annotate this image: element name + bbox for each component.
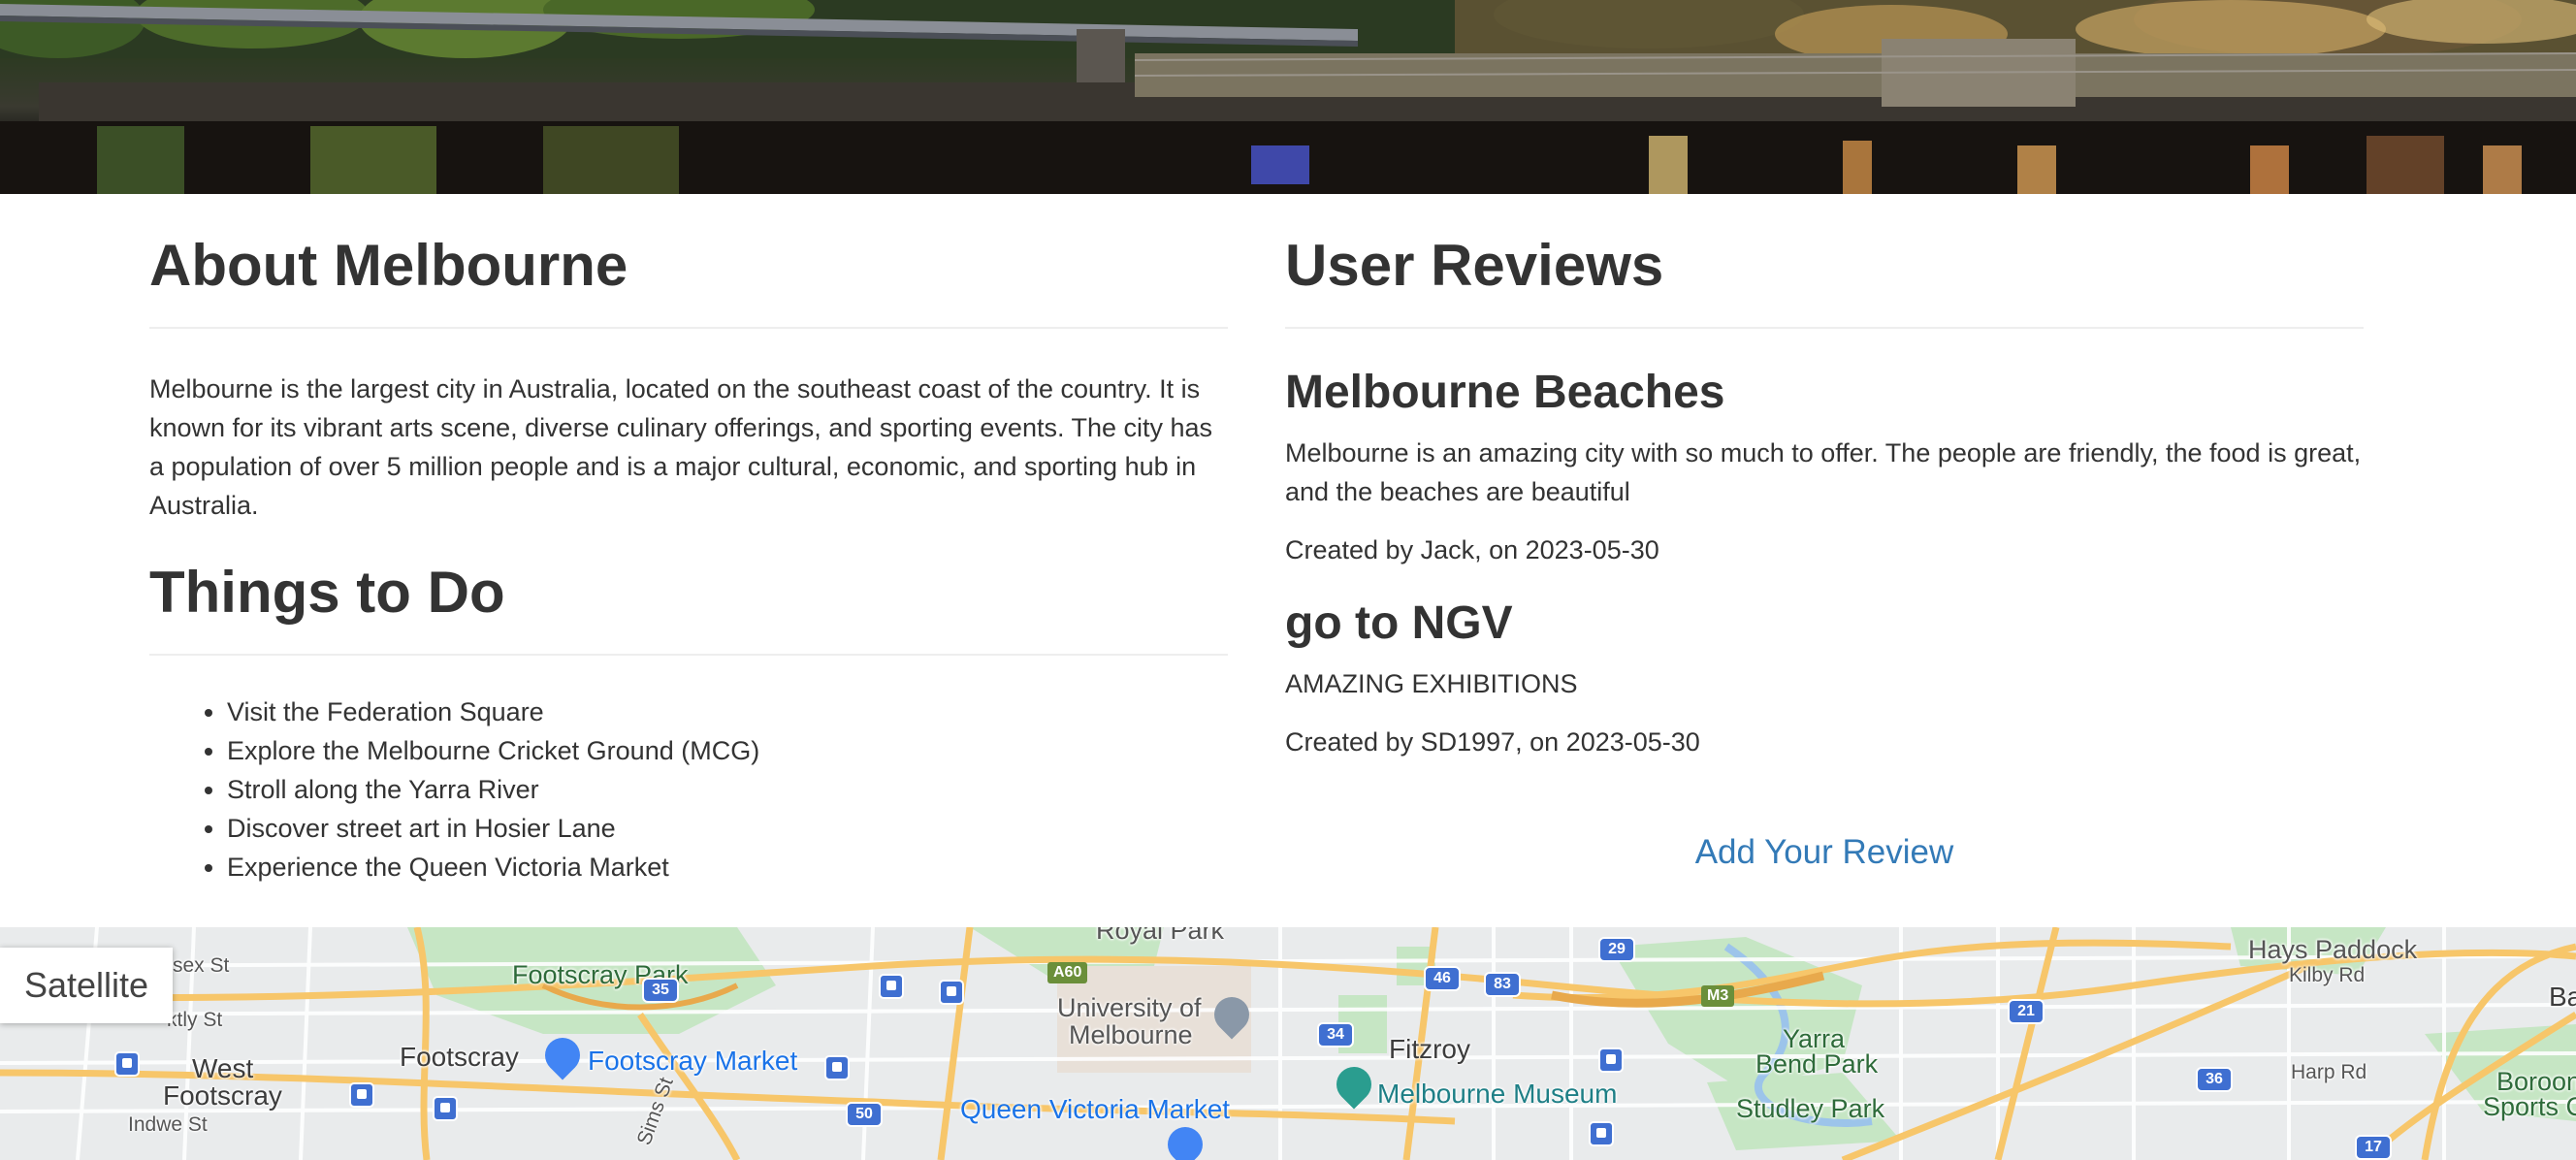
- review-meta: Created by SD1997, on 2023-05-30: [1285, 727, 1700, 757]
- hero-banner-image: [0, 0, 2576, 194]
- map-tram-stop-icon: [879, 974, 904, 999]
- map-route-badge: 50: [846, 1102, 883, 1127]
- review-card: go to NGV AMAZING EXHIBITIONS Created by…: [1285, 600, 2364, 761]
- about-divider: [149, 327, 1228, 329]
- map-route-badge: 35: [642, 978, 679, 1003]
- map-label-university: University of: [1057, 993, 1202, 1022]
- map-tram-stop-icon: [824, 1055, 850, 1080]
- map-label-melbourne-museum: Melbourne Museum: [1377, 1079, 1618, 1109]
- map-label-fitzroy: Fitzroy: [1389, 1034, 1470, 1064]
- map-tram-stop-icon: [433, 1096, 458, 1121]
- map-tram-stop-icon: [939, 980, 964, 1005]
- map-label-hays-paddock: Hays Paddock: [2248, 935, 2418, 964]
- map-label-yarra-bend-line2: Bend Park: [1755, 1049, 1879, 1079]
- map-label-ktly-st: ktly St: [167, 1009, 223, 1031]
- reviews-heading: User Reviews: [1285, 233, 1664, 298]
- map-label-harp-rd: Harp Rd: [2291, 1061, 2367, 1083]
- map-tram-stop-icon: [1598, 1047, 1624, 1073]
- map-label-footscray: Footscray: [400, 1042, 519, 1072]
- map-route-badge: 29: [1598, 937, 1635, 962]
- review-meta: Created by Jack, on 2023-05-30: [1285, 535, 1659, 564]
- map-route-badge: 34: [1317, 1022, 1354, 1047]
- review-title: go to NGV: [1285, 597, 1513, 649]
- map-highway-badge-a60: A60: [1047, 962, 1088, 983]
- map-route-badge: 21: [2008, 999, 2045, 1024]
- about-text: Melbourne is the largest city in Austral…: [149, 374, 1213, 520]
- map-route-badge: 17: [2355, 1135, 2392, 1160]
- map-label-footscray-market: Footscray Market: [588, 1046, 798, 1076]
- map-label-royal-park: Royal Park: [1096, 927, 1225, 945]
- list-item: Explore the Melbourne Cricket Ground (MC…: [227, 731, 1228, 770]
- map-label-west-footscray-line2: Footscray: [163, 1080, 282, 1111]
- map-tram-stop-icon: [1589, 1121, 1614, 1146]
- map-tram-stop-icon: [349, 1082, 374, 1108]
- map-label-studley-park: Studley Park: [1736, 1094, 1885, 1123]
- map-highway-badge-m3: M3: [1701, 985, 1735, 1007]
- satellite-toggle-button[interactable]: Satellite: [0, 948, 173, 1023]
- add-review-link[interactable]: Add Your Review: [1285, 832, 2364, 873]
- map-label-sex-st: sex St: [173, 954, 230, 977]
- map-route-badge: 46: [1424, 966, 1461, 991]
- map-label-ba: Ba: [2549, 982, 2576, 1012]
- things-heading: Things to Do: [149, 560, 505, 625]
- map-label-queen-victoria-market: Queen Victoria Market: [960, 1094, 1231, 1124]
- map-label-university-line2: Melbourne: [1069, 1020, 1193, 1049]
- review-title: Melbourne Beaches: [1285, 367, 1725, 418]
- review-body: Melbourne is an amazing city with so muc…: [1285, 438, 2362, 506]
- list-item: Discover street art in Hosier Lane: [227, 809, 1228, 848]
- list-item: Visit the Federation Square: [227, 693, 1228, 731]
- reviews-divider: [1285, 327, 2364, 329]
- review-card: Melbourne Beaches Melbourne is an amazin…: [1285, 370, 2364, 569]
- things-list: Visit the Federation Square Explore the …: [149, 693, 1228, 886]
- map-label-indwe-st: Indwe St: [128, 1113, 208, 1136]
- about-column: About Melbourne Melbourne is the largest…: [149, 194, 1228, 886]
- list-item: Experience the Queen Victoria Market: [227, 848, 1228, 886]
- map-tram-stop-icon: [114, 1051, 140, 1077]
- map-label-kilby-rd: Kilby Rd: [2289, 964, 2366, 986]
- map-label-boroondara-line2: Sports Com: [2483, 1092, 2576, 1121]
- about-heading: About Melbourne: [149, 233, 628, 298]
- map-view[interactable]: Royal Park Hays Paddock Kilby Rd Ba sex …: [0, 927, 2576, 1160]
- things-divider: [149, 654, 1228, 656]
- map-route-badge: 36: [2196, 1067, 2233, 1092]
- review-body: AMAZING EXHIBITIONS: [1285, 669, 1578, 698]
- map-route-badge: 83: [1484, 972, 1521, 997]
- list-item: Stroll along the Yarra River: [227, 770, 1228, 809]
- reviews-column: User Reviews Melbourne Beaches Melbourne…: [1285, 194, 2364, 761]
